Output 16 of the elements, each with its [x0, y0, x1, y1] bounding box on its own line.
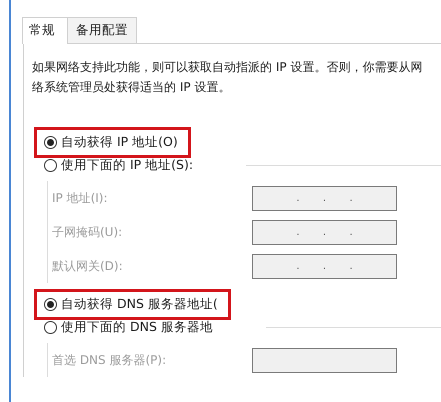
radio-label[interactable]: 使用下面的 IP 地址(S):: [61, 157, 194, 174]
radio-button[interactable]: [44, 159, 57, 172]
radio-label[interactable]: 使用下面的 DNS 服务器地: [61, 319, 213, 336]
radio-button[interactable]: [44, 321, 57, 334]
ip-address-field[interactable]: [252, 348, 397, 372]
field-label: 首选 DNS 服务器(P):: [52, 352, 166, 368]
field-label: IP 地址(I):: [52, 190, 108, 206]
radio-label[interactable]: 自动获得 DNS 服务器地址(: [61, 296, 218, 313]
tab[interactable]: 备用配置: [67, 17, 137, 43]
field-label: 默认网关(D):: [52, 258, 123, 274]
field-label: 子网掩码(U):: [52, 224, 122, 240]
radio-button[interactable]: [44, 298, 57, 311]
radio-button[interactable]: [44, 136, 57, 149]
radio-label[interactable]: 自动获得 IP 地址(O): [61, 134, 178, 151]
tab[interactable]: 常规: [22, 17, 68, 44]
description-text: 如果网络支持此功能，则可以获取自动指派的 IP 设置。否则，你需要从网络系统管理员处获得适当的 IP 设置。: [32, 59, 424, 96]
